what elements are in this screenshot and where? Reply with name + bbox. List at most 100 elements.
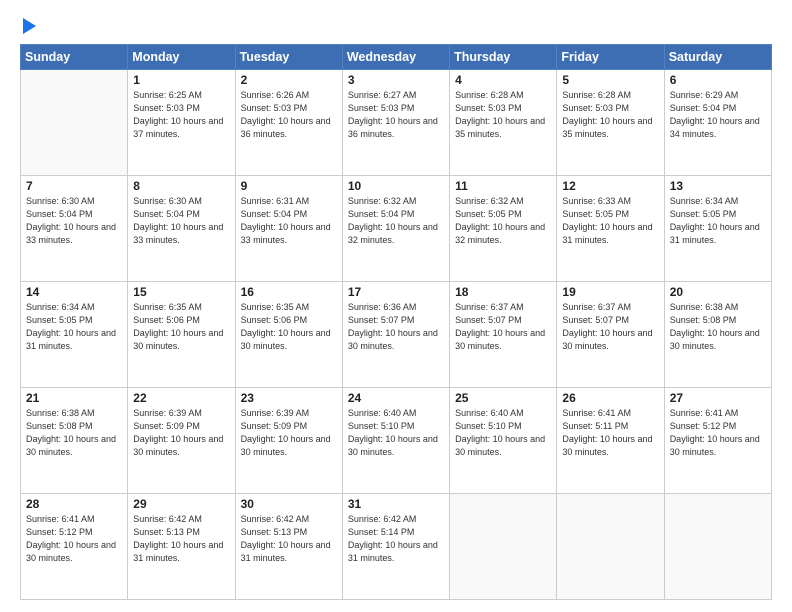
col-monday: Monday bbox=[128, 45, 235, 70]
day-info: Sunrise: 6:42 AM Sunset: 5:13 PM Dayligh… bbox=[133, 513, 229, 565]
day-info: Sunrise: 6:33 AM Sunset: 5:05 PM Dayligh… bbox=[562, 195, 658, 247]
day-number: 20 bbox=[670, 285, 766, 299]
calendar-cell: 24 Sunrise: 6:40 AM Sunset: 5:10 PM Dayli… bbox=[342, 388, 449, 494]
calendar-cell bbox=[21, 70, 128, 176]
day-info: Sunrise: 6:38 AM Sunset: 5:08 PM Dayligh… bbox=[670, 301, 766, 353]
calendar-cell: 3 Sunrise: 6:27 AM Sunset: 5:03 PM Daylig… bbox=[342, 70, 449, 176]
logo-arrow-icon bbox=[23, 18, 36, 34]
day-info: Sunrise: 6:42 AM Sunset: 5:14 PM Dayligh… bbox=[348, 513, 444, 565]
col-friday: Friday bbox=[557, 45, 664, 70]
day-info: Sunrise: 6:27 AM Sunset: 5:03 PM Dayligh… bbox=[348, 89, 444, 141]
day-number: 11 bbox=[455, 179, 551, 193]
calendar-cell: 4Sunrise: 6:28 AM Sunset: 5:03 PM Daylig… bbox=[450, 70, 557, 176]
calendar-cell: 16 Sunrise: 6:35 AM Sunset: 5:06 PM Dayli… bbox=[235, 282, 342, 388]
calendar-cell: 11 Sunrise: 6:32 AM Sunset: 5:05 PM Dayli… bbox=[450, 176, 557, 282]
day-info: Sunrise: 6:37 AM Sunset: 5:07 PM Dayligh… bbox=[562, 301, 658, 353]
calendar-cell: 5 Sunrise: 6:28 AM Sunset: 5:03 PM Daylig… bbox=[557, 70, 664, 176]
day-number: 17 bbox=[348, 285, 444, 299]
day-number: 5 bbox=[562, 73, 658, 87]
calendar-cell: 28 Sunrise: 6:41 AM Sunset: 5:12 PM Dayli… bbox=[21, 494, 128, 600]
day-number: 10 bbox=[348, 179, 444, 193]
calendar-cell: 14 Sunrise: 6:34 AM Sunset: 5:05 PM Dayli… bbox=[21, 282, 128, 388]
calendar-table: Sunday Monday Tuesday Wednesday Thursday… bbox=[20, 44, 772, 600]
day-info: Sunrise: 6:39 AM Sunset: 5:09 PM Dayligh… bbox=[133, 407, 229, 459]
calendar-cell: 20 Sunrise: 6:38 AM Sunset: 5:08 PM Dayli… bbox=[664, 282, 771, 388]
day-info: Sunrise: 6:32 AM Sunset: 5:04 PM Dayligh… bbox=[348, 195, 444, 247]
day-info: Sunrise: 6:39 AM Sunset: 5:09 PM Dayligh… bbox=[241, 407, 337, 459]
calendar-cell: 19 Sunrise: 6:37 AM Sunset: 5:07 PM Dayli… bbox=[557, 282, 664, 388]
calendar-cell bbox=[450, 494, 557, 600]
day-info: Sunrise: 6:40 AM Sunset: 5:10 PM Dayligh… bbox=[348, 407, 444, 459]
day-info: Sunrise: 6:32 AM Sunset: 5:05 PM Dayligh… bbox=[455, 195, 551, 247]
calendar-cell: 22 Sunrise: 6:39 AM Sunset: 5:09 PM Dayli… bbox=[128, 388, 235, 494]
header bbox=[20, 18, 772, 34]
day-info: Sunrise: 6:41 AM Sunset: 5:11 PM Dayligh… bbox=[562, 407, 658, 459]
day-number: 18 bbox=[455, 285, 551, 299]
day-info: Sunrise: 6:36 AM Sunset: 5:07 PM Dayligh… bbox=[348, 301, 444, 353]
day-number: 26 bbox=[562, 391, 658, 405]
day-info: Sunrise: 6:29 AM Sunset: 5:04 PM Dayligh… bbox=[670, 89, 766, 141]
col-tuesday: Tuesday bbox=[235, 45, 342, 70]
day-number: 21 bbox=[26, 391, 122, 405]
col-sunday: Sunday bbox=[21, 45, 128, 70]
day-number: 13 bbox=[670, 179, 766, 193]
calendar-cell bbox=[664, 494, 771, 600]
day-number: 15 bbox=[133, 285, 229, 299]
day-number: 28 bbox=[26, 497, 122, 511]
day-info: Sunrise: 6:28 AM Sunset: 5:03 PM Dayligh… bbox=[562, 89, 658, 141]
day-number: 24 bbox=[348, 391, 444, 405]
day-number: 30 bbox=[241, 497, 337, 511]
calendar-cell: 15 Sunrise: 6:35 AM Sunset: 5:06 PM Dayli… bbox=[128, 282, 235, 388]
day-info: Sunrise: 6:34 AM Sunset: 5:05 PM Dayligh… bbox=[670, 195, 766, 247]
day-number: 22 bbox=[133, 391, 229, 405]
calendar-week-row: 21Sunrise: 6:38 AM Sunset: 5:08 PM Dayli… bbox=[21, 388, 772, 494]
day-number: 29 bbox=[133, 497, 229, 511]
calendar-cell: 29 Sunrise: 6:42 AM Sunset: 5:13 PM Dayli… bbox=[128, 494, 235, 600]
calendar-cell: 9 Sunrise: 6:31 AM Sunset: 5:04 PM Daylig… bbox=[235, 176, 342, 282]
day-info: Sunrise: 6:30 AM Sunset: 5:04 PM Dayligh… bbox=[133, 195, 229, 247]
day-info: Sunrise: 6:31 AM Sunset: 5:04 PM Dayligh… bbox=[241, 195, 337, 247]
calendar-cell: 23 Sunrise: 6:39 AM Sunset: 5:09 PM Dayli… bbox=[235, 388, 342, 494]
calendar-cell: 26 Sunrise: 6:41 AM Sunset: 5:11 PM Dayli… bbox=[557, 388, 664, 494]
calendar-cell: 7 Sunrise: 6:30 AM Sunset: 5:04 PM Daylig… bbox=[21, 176, 128, 282]
day-info: Sunrise: 6:42 AM Sunset: 5:13 PM Dayligh… bbox=[241, 513, 337, 565]
calendar-cell: 30 Sunrise: 6:42 AM Sunset: 5:13 PM Dayli… bbox=[235, 494, 342, 600]
day-info: Sunrise: 6:34 AM Sunset: 5:05 PM Dayligh… bbox=[26, 301, 122, 353]
page: Sunday Monday Tuesday Wednesday Thursday… bbox=[0, 0, 792, 612]
calendar-header-row: Sunday Monday Tuesday Wednesday Thursday… bbox=[21, 45, 772, 70]
day-number: 12 bbox=[562, 179, 658, 193]
calendar-cell: 8 Sunrise: 6:30 AM Sunset: 5:04 PM Daylig… bbox=[128, 176, 235, 282]
calendar-cell: 21Sunrise: 6:38 AM Sunset: 5:08 PM Dayli… bbox=[21, 388, 128, 494]
col-saturday: Saturday bbox=[664, 45, 771, 70]
day-info: Sunrise: 6:26 AM Sunset: 5:03 PM Dayligh… bbox=[241, 89, 337, 141]
day-number: 14 bbox=[26, 285, 122, 299]
day-number: 7 bbox=[26, 179, 122, 193]
calendar-cell: 17 Sunrise: 6:36 AM Sunset: 5:07 PM Dayli… bbox=[342, 282, 449, 388]
day-info: Sunrise: 6:37 AM Sunset: 5:07 PM Dayligh… bbox=[455, 301, 551, 353]
calendar-week-row: 1 Sunrise: 6:25 AM Sunset: 5:03 PM Daylig… bbox=[21, 70, 772, 176]
day-info: Sunrise: 6:30 AM Sunset: 5:04 PM Dayligh… bbox=[26, 195, 122, 247]
day-number: 23 bbox=[241, 391, 337, 405]
day-number: 25 bbox=[455, 391, 551, 405]
day-number: 3 bbox=[348, 73, 444, 87]
day-number: 6 bbox=[670, 73, 766, 87]
day-info: Sunrise: 6:35 AM Sunset: 5:06 PM Dayligh… bbox=[133, 301, 229, 353]
calendar-week-row: 28 Sunrise: 6:41 AM Sunset: 5:12 PM Dayli… bbox=[21, 494, 772, 600]
day-number: 31 bbox=[348, 497, 444, 511]
calendar-cell: 6 Sunrise: 6:29 AM Sunset: 5:04 PM Daylig… bbox=[664, 70, 771, 176]
calendar-cell bbox=[557, 494, 664, 600]
day-number: 19 bbox=[562, 285, 658, 299]
day-info: Sunrise: 6:35 AM Sunset: 5:06 PM Dayligh… bbox=[241, 301, 337, 353]
calendar-cell: 13 Sunrise: 6:34 AM Sunset: 5:05 PM Dayli… bbox=[664, 176, 771, 282]
calendar-week-row: 7 Sunrise: 6:30 AM Sunset: 5:04 PM Daylig… bbox=[21, 176, 772, 282]
day-number: 1 bbox=[133, 73, 229, 87]
calendar-cell: 2Sunrise: 6:26 AM Sunset: 5:03 PM Daylig… bbox=[235, 70, 342, 176]
day-number: 9 bbox=[241, 179, 337, 193]
calendar-week-row: 14 Sunrise: 6:34 AM Sunset: 5:05 PM Dayli… bbox=[21, 282, 772, 388]
day-info: Sunrise: 6:28 AM Sunset: 5:03 PM Dayligh… bbox=[455, 89, 551, 141]
calendar-cell: 10 Sunrise: 6:32 AM Sunset: 5:04 PM Dayli… bbox=[342, 176, 449, 282]
day-info: Sunrise: 6:25 AM Sunset: 5:03 PM Dayligh… bbox=[133, 89, 229, 141]
day-number: 8 bbox=[133, 179, 229, 193]
day-number: 16 bbox=[241, 285, 337, 299]
day-info: Sunrise: 6:41 AM Sunset: 5:12 PM Dayligh… bbox=[26, 513, 122, 565]
